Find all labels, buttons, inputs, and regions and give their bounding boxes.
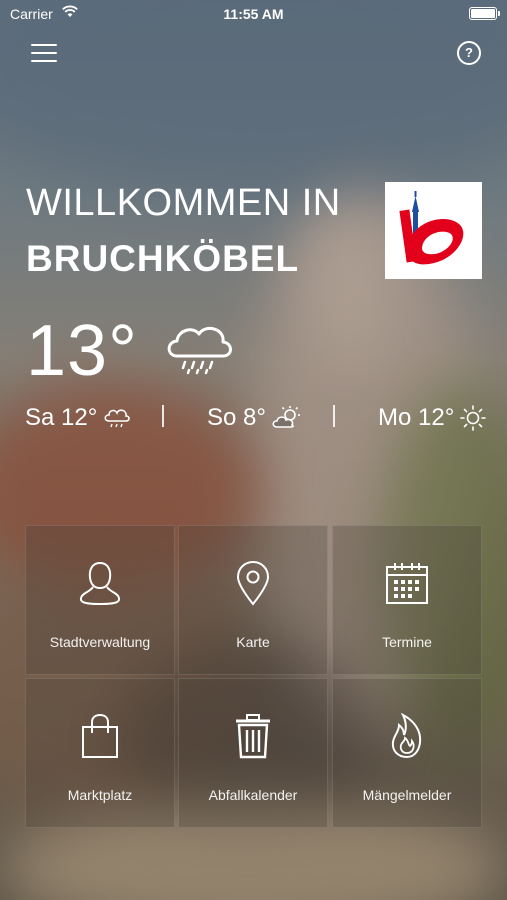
- trash-can-icon: [236, 714, 270, 759]
- tile-abfallkalender[interactable]: Abfallkalender: [178, 678, 328, 828]
- map-pin-icon: [236, 560, 270, 606]
- calendar-icon: [386, 563, 428, 604]
- tile-marktplatz[interactable]: Marktplatz: [25, 678, 175, 828]
- city-logo: [385, 182, 482, 279]
- tile-label: Termine: [382, 634, 432, 650]
- person-icon: [79, 561, 121, 606]
- clock: 11:55 AM: [223, 6, 284, 22]
- status-bar: Carrier 11:55 AM: [0, 0, 507, 30]
- flame-icon: [391, 713, 422, 759]
- forecast-label: So 8°: [207, 404, 266, 431]
- tile-label: Karte: [236, 634, 270, 650]
- shopping-bag-icon: [82, 713, 118, 758]
- sun-icon: [460, 405, 487, 431]
- forecast-divider: [162, 405, 164, 427]
- tile-label: Abfallkalender: [208, 787, 298, 803]
- tile-maengelmelder[interactable]: Mängelmelder: [332, 678, 482, 828]
- tile-label: Stadtverwaltung: [49, 634, 151, 650]
- forecast-day-3: Mo 12°: [378, 401, 487, 435]
- current-temperature: 13°: [26, 311, 138, 391]
- tile-termine[interactable]: Termine: [332, 525, 482, 675]
- question-mark-icon[interactable]: ?: [457, 41, 481, 65]
- rain-cloud-icon: [167, 326, 232, 375]
- menu-grid: Stadtverwaltung Karte Termine Marktplatz…: [25, 525, 482, 828]
- tile-stadtverwaltung[interactable]: Stadtverwaltung: [25, 525, 175, 675]
- city-name: BRUCHKÖBEL: [26, 238, 300, 279]
- forecast-day-2: So 8°: [207, 401, 302, 435]
- forecast-day-1: Sa 12°: [25, 401, 131, 435]
- tile-label: Mängelmelder: [362, 787, 452, 803]
- forecast-label: Sa 12°: [25, 404, 98, 431]
- tile-label: Marktplatz: [67, 787, 133, 803]
- welcome-heading: WILLKOMMEN IN: [26, 182, 341, 224]
- forecast-label: Mo 12°: [378, 404, 455, 431]
- forecast-divider: [333, 405, 335, 427]
- tile-karte[interactable]: Karte: [178, 525, 328, 675]
- battery-icon: [469, 7, 500, 20]
- partly-cloudy-icon: [272, 406, 300, 428]
- hamburger-menu-icon[interactable]: [31, 42, 59, 64]
- rain-cloud-icon: [104, 409, 131, 428]
